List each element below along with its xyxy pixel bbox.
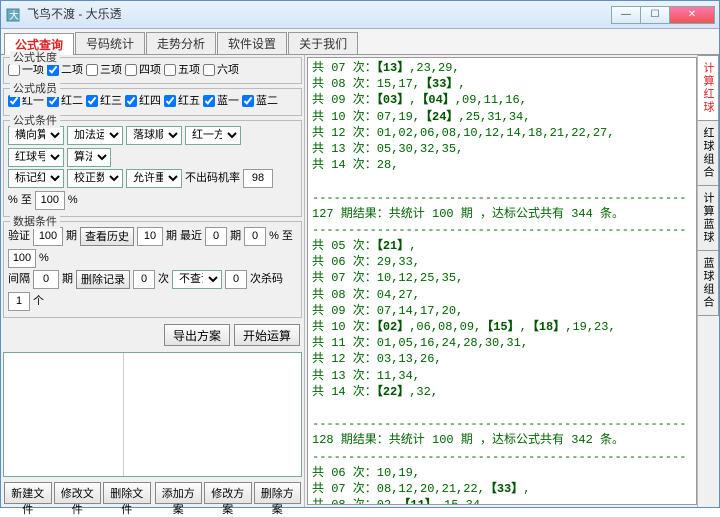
minimize-button[interactable]: — [611, 6, 641, 24]
maximize-button[interactable]: ☐ [640, 6, 670, 24]
chk-red4[interactable]: 红四 [125, 94, 161, 108]
group-data: 数据条件 验证 期 查看历史 期 最近 期 % 至 % 间隔 [3, 221, 302, 318]
chk-len5[interactable]: 五项 [164, 63, 200, 77]
btn-rm[interactable]: 删除方案 [254, 482, 302, 504]
chk-len4[interactable]: 四项 [125, 63, 161, 77]
stab-calc-red[interactable]: 计算红球 [698, 55, 719, 121]
group-title: 公式条件 [10, 114, 60, 128]
chk-blue2[interactable]: 蓝二 [242, 94, 278, 108]
inp-d8[interactable] [225, 270, 247, 289]
stab-red-combo[interactable]: 红球组合 [698, 120, 719, 186]
group-length: 公式长度 一项 二项 三项 四项 五项 六项 [3, 57, 302, 84]
action-buttons: 导出方案 开始运算 [1, 320, 304, 350]
inp-gap[interactable] [33, 270, 59, 289]
group-title: 数据条件 [10, 215, 60, 229]
chk-red5[interactable]: 红五 [164, 94, 200, 108]
right-panel: 共 07 次：【13】,23,29, 共 08 次：15,17,【33】, 共 … [305, 55, 719, 507]
side-tabs: 计算红球 红球组合 计算蓝球 蓝球组合 [697, 55, 719, 507]
group-title: 公式长度 [10, 51, 60, 65]
chk-len3[interactable]: 三项 [86, 63, 122, 77]
sel-dir[interactable]: 红一方向 [185, 126, 241, 145]
inp-p2[interactable] [35, 191, 65, 210]
stab-calc-blue[interactable]: 计算蓝球 [698, 185, 719, 251]
btn-run[interactable]: 开始运算 [234, 324, 300, 346]
sel-noquery[interactable]: 不查询 [172, 270, 222, 289]
inp-d4[interactable] [244, 227, 266, 246]
file-tree[interactable] [3, 352, 302, 477]
sel-alg[interactable]: 算法 A [67, 148, 111, 167]
btn-history[interactable]: 查看历史 [80, 227, 134, 246]
inp-d3[interactable] [205, 227, 227, 246]
window-controls: — ☐ ✕ [612, 6, 715, 24]
lbl-nomiss: 不出码机率 [185, 171, 240, 185]
file-buttons: 新建文件 修改文件 删除文件 添加方案 修改方案 删除方案 [1, 479, 304, 507]
sel-horiz[interactable]: 横向算法 [8, 126, 64, 145]
inp-d5[interactable] [8, 249, 36, 268]
chk-len6[interactable]: 六项 [203, 63, 239, 77]
output-log[interactable]: 共 07 次：【13】,23,29, 共 08 次：15,17,【33】, 共 … [307, 57, 697, 505]
left-panel: 公式长度 一项 二项 三项 四项 五项 六项 公式成员 红一 红二 红三 红四 [1, 55, 305, 507]
btn-add[interactable]: 添加方案 [155, 482, 203, 504]
sel-correct[interactable]: 校正数值 [67, 169, 123, 188]
btn-mod[interactable]: 修改方案 [204, 482, 252, 504]
chk-red3[interactable]: 红三 [86, 94, 122, 108]
inp-p1[interactable] [243, 169, 273, 188]
close-button[interactable]: ✕ [669, 6, 715, 24]
tab-settings[interactable]: 软件设置 [217, 32, 287, 54]
group-conditions: 公式条件 横向算法 加法运算 落球顺序 红一方向 红球号码 算法 A 标记红球 … [3, 120, 302, 217]
chk-blue1[interactable]: 蓝一 [203, 94, 239, 108]
inp-d7[interactable] [133, 270, 155, 289]
sel-repeat[interactable]: 允许重复 [126, 169, 182, 188]
tab-about[interactable]: 关于我们 [288, 32, 358, 54]
titlebar: 大 飞鸟不渡 - 大乐透 — ☐ ✕ [1, 1, 719, 29]
btn-delrec[interactable]: 删除记录 [76, 270, 130, 289]
inp-d2[interactable] [137, 227, 163, 246]
app-window: 大 飞鸟不渡 - 大乐透 — ☐ ✕ 公式查询 号码统计 走势分析 软件设置 关… [0, 0, 720, 508]
btn-del[interactable]: 删除文件 [103, 482, 151, 504]
tab-number-stats[interactable]: 号码统计 [75, 32, 145, 54]
stab-blue-combo[interactable]: 蓝球组合 [698, 250, 719, 316]
tab-trend[interactable]: 走势分析 [146, 32, 216, 54]
main-tabs: 公式查询 号码统计 走势分析 软件设置 关于我们 [1, 29, 719, 55]
sel-mark[interactable]: 标记红球 [8, 169, 64, 188]
inp-verify[interactable] [33, 227, 63, 246]
btn-new[interactable]: 新建文件 [4, 482, 52, 504]
group-members: 公式成员 红一 红二 红三 红四 红五 蓝一 蓝二 [3, 88, 302, 115]
app-icon: 大 [5, 7, 21, 23]
sel-add[interactable]: 加法运算 [67, 126, 123, 145]
sel-rednum[interactable]: 红球号码 [8, 148, 64, 167]
inp-d9[interactable] [8, 292, 30, 311]
window-title: 飞鸟不渡 - 大乐透 [27, 7, 612, 23]
btn-edit[interactable]: 修改文件 [54, 482, 102, 504]
btn-export[interactable]: 导出方案 [164, 324, 230, 346]
body: 公式长度 一项 二项 三项 四项 五项 六项 公式成员 红一 红二 红三 红四 [1, 55, 719, 507]
sel-order[interactable]: 落球顺序 [126, 126, 182, 145]
svg-text:大: 大 [9, 9, 19, 22]
group-title: 公式成员 [10, 82, 60, 96]
